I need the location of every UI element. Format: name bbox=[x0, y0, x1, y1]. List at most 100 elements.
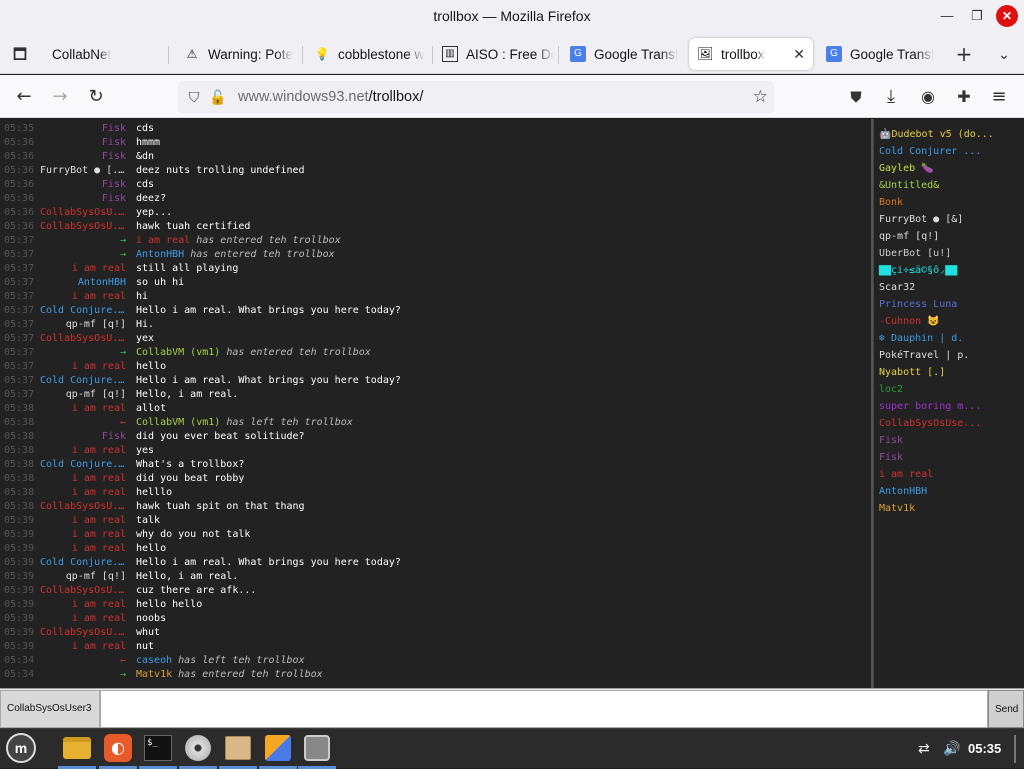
pocket-icon[interactable]: ⛊ bbox=[842, 83, 870, 111]
message-nick[interactable]: i am real bbox=[40, 542, 126, 556]
user-list-item[interactable]: Cold Conjurer ... bbox=[874, 143, 1024, 160]
clock[interactable]: 05:35 bbox=[968, 729, 1001, 769]
message-nick[interactable]: → bbox=[40, 668, 126, 682]
message-nick[interactable]: Fisk bbox=[40, 136, 126, 150]
message-nick[interactable]: Fisk bbox=[40, 192, 126, 206]
message-nick[interactable]: CollabSysOsU... bbox=[40, 332, 126, 346]
message-nick[interactable]: i am real bbox=[40, 640, 126, 654]
message-nick[interactable]: qp-mf [q!] bbox=[40, 388, 126, 402]
extensions-icon[interactable]: ✚ bbox=[950, 83, 978, 111]
user-list-item[interactable]: Bonk bbox=[874, 194, 1024, 211]
message-nick[interactable]: i am real bbox=[40, 262, 126, 276]
user-list-item[interactable]: -Cuhnon 😺 bbox=[874, 313, 1024, 330]
user-list-item[interactable]: AntonHBH bbox=[874, 483, 1024, 500]
message-nick[interactable]: CollabSysOsU... bbox=[40, 500, 126, 514]
message-nick[interactable]: AntonHBH bbox=[40, 276, 126, 290]
user-list-item[interactable]: Fisk bbox=[874, 432, 1024, 449]
tab-collabnet[interactable]: CollabNet bbox=[44, 38, 164, 70]
message-nick[interactable]: Cold Conjure... bbox=[40, 304, 126, 318]
message-nick[interactable]: CollabSysOsU... bbox=[40, 220, 126, 234]
message-nick[interactable]: CollabSysOsU... bbox=[40, 206, 126, 220]
message-nick[interactable]: CollabSysOsU... bbox=[40, 584, 126, 598]
maximize-icon[interactable]: ❐ bbox=[966, 5, 988, 27]
message-nick[interactable]: i am real bbox=[40, 514, 126, 528]
new-tab-icon[interactable]: + bbox=[951, 42, 977, 68]
account-icon[interactable]: ◉ bbox=[914, 83, 942, 111]
user-list-item[interactable]: CollabSysOsUse... bbox=[874, 415, 1024, 432]
message-nick[interactable]: Cold Conjure... bbox=[40, 556, 126, 570]
event-nick[interactable]: caseoh bbox=[136, 655, 172, 666]
bookmark-star-icon[interactable]: ☆ bbox=[753, 81, 768, 113]
message-nick[interactable]: i am real bbox=[40, 402, 126, 416]
firefox-app[interactable]: ◐ bbox=[102, 732, 134, 764]
event-nick[interactable]: Matv1k bbox=[136, 669, 172, 680]
message-nick[interactable]: Cold Conjure... bbox=[40, 374, 126, 388]
terminal-app[interactable]: $_ bbox=[142, 732, 174, 764]
message-nick[interactable]: FurryBot ● [... bbox=[40, 164, 126, 178]
event-nick[interactable]: CollabVM (vm1) bbox=[136, 347, 220, 358]
back-arrow-icon[interactable]: ← bbox=[10, 83, 38, 111]
downloads-icon[interactable]: ⤓ bbox=[877, 83, 905, 111]
nickname-field[interactable]: CollabSysOsUser3 bbox=[0, 690, 100, 728]
files-app[interactable] bbox=[61, 732, 93, 764]
insecure-lock-icon[interactable]: 🔓 bbox=[208, 81, 228, 113]
message-nick[interactable]: → bbox=[40, 248, 126, 262]
tab-google-translate-2[interactable]: G Google Transl bbox=[818, 38, 938, 70]
event-nick[interactable]: AntonHBH bbox=[136, 249, 184, 260]
user-list-item[interactable]: loc2 bbox=[874, 381, 1024, 398]
message-nick[interactable]: → bbox=[40, 234, 126, 248]
user-list-item[interactable]: Scar32 bbox=[874, 279, 1024, 296]
url-text[interactable]: www.windows93.net/trollbox/ bbox=[238, 81, 423, 113]
message-input[interactable] bbox=[100, 690, 988, 728]
event-nick[interactable]: i am real bbox=[136, 235, 190, 246]
user-list-item[interactable]: Gayleb 🍆 bbox=[874, 160, 1024, 177]
url-bar[interactable]: ⛉ 🔓 www.windows93.net/trollbox/ ☆ bbox=[178, 81, 774, 113]
message-nick[interactable]: Cold Conjure... bbox=[40, 458, 126, 472]
user-list-item[interactable]: qp-mf [q!] bbox=[874, 228, 1024, 245]
user-list-item[interactable]: Nyabott [.] bbox=[874, 364, 1024, 381]
message-nick[interactable]: CollabSysOsU... bbox=[40, 626, 126, 640]
message-nick[interactable]: i am real bbox=[40, 612, 126, 626]
archive-app[interactable] bbox=[222, 732, 254, 764]
list-tabs-chevron-icon[interactable]: ⌄ bbox=[992, 42, 1016, 68]
mint-menu-button[interactable]: m bbox=[5, 732, 37, 764]
message-nick[interactable]: i am real bbox=[40, 360, 126, 374]
message-nick[interactable]: ← bbox=[40, 654, 126, 668]
user-list-item[interactable]: super boring m... bbox=[874, 398, 1024, 415]
minimize-icon[interactable]: — bbox=[936, 5, 958, 27]
message-nick[interactable]: qp-mf [q!] bbox=[40, 318, 126, 332]
tab-overview-icon[interactable]: 🗖 bbox=[6, 42, 34, 66]
disk-utility-app[interactable] bbox=[301, 732, 333, 764]
menu-hamburger-icon[interactable]: ≡ bbox=[985, 83, 1013, 111]
event-nick[interactable]: CollabVM (vm1) bbox=[136, 417, 220, 428]
message-nick[interactable]: Fisk bbox=[40, 430, 126, 444]
user-list-item[interactable]: Matv1k bbox=[874, 500, 1024, 517]
user-list-item[interactable]: &Untitled& bbox=[874, 177, 1024, 194]
close-tab-icon[interactable]: ✕ bbox=[793, 46, 805, 63]
show-desktop-edge[interactable] bbox=[1014, 735, 1016, 763]
user-list-item[interactable]: Princess Luna bbox=[874, 296, 1024, 313]
tab-trollbox[interactable]: 🖼 trollbox ✕ bbox=[689, 38, 813, 70]
forward-arrow-icon[interactable]: → bbox=[46, 83, 74, 111]
tab-google-translate-1[interactable]: G Google Transl bbox=[562, 38, 682, 70]
close-window-icon[interactable]: ✕ bbox=[996, 5, 1018, 27]
user-list-item[interactable]: PokéTravel | p. bbox=[874, 347, 1024, 364]
network-icon[interactable]: ⇄ bbox=[918, 729, 930, 769]
message-nick[interactable]: Fisk bbox=[40, 178, 126, 192]
message-nick[interactable]: Fisk bbox=[40, 122, 126, 136]
message-nick[interactable]: i am real bbox=[40, 472, 126, 486]
user-list-item[interactable]: ▇▇çi÷≤ä©§ô◞▇▇ bbox=[874, 262, 1024, 279]
message-nick[interactable]: qp-mf [q!] bbox=[40, 570, 126, 584]
disc-app[interactable] bbox=[182, 732, 214, 764]
tab-cobblestone[interactable]: 💡 cobblestone w bbox=[306, 38, 428, 70]
impress-app[interactable] bbox=[262, 732, 294, 764]
message-nick[interactable]: i am real bbox=[40, 290, 126, 304]
user-list-item[interactable]: ❄ Dauphin | d. bbox=[874, 330, 1024, 347]
chat-log[interactable]: 05:35 Fisk cds 05:36 Fisk hmmm 05:36 Fisk &dn 05:… bbox=[0, 119, 871, 688]
message-nick[interactable]: i am real bbox=[40, 528, 126, 542]
message-nick[interactable]: → bbox=[40, 346, 126, 360]
user-list-item[interactable]: Fisk bbox=[874, 449, 1024, 466]
shield-icon[interactable]: ⛉ bbox=[184, 81, 204, 113]
user-list-item[interactable]: FurryBot ● [&] bbox=[874, 211, 1024, 228]
message-nick[interactable]: i am real bbox=[40, 486, 126, 500]
